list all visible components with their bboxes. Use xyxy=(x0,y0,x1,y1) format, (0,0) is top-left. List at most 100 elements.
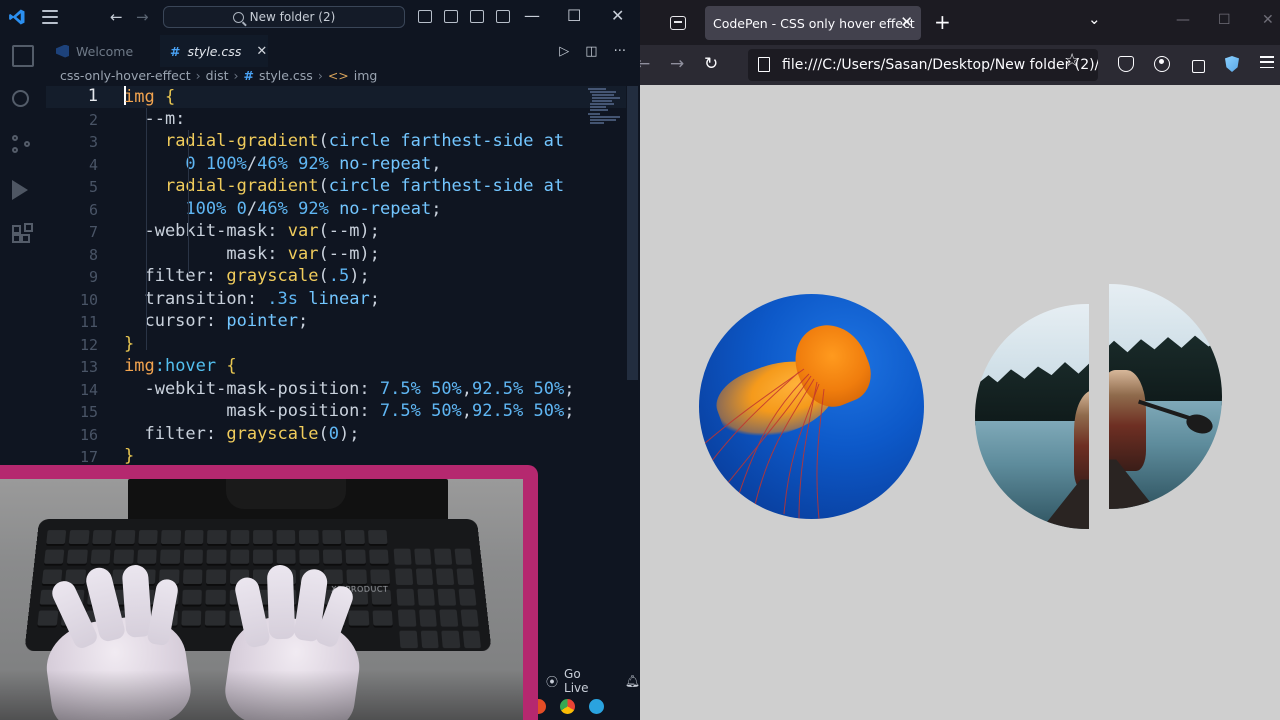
close-tab-icon[interactable]: ✕ xyxy=(256,44,267,59)
numpad-key xyxy=(437,588,456,606)
code-text: } xyxy=(124,446,135,466)
notifications-bell-icon[interactable]: 🔔︎ xyxy=(625,674,640,688)
key xyxy=(205,610,226,628)
minimap[interactable] xyxy=(586,86,626,146)
search-view-icon[interactable] xyxy=(12,90,29,107)
key xyxy=(299,549,320,566)
left-finger xyxy=(121,564,153,638)
code-line[interactable]: 12} xyxy=(46,334,626,356)
code-line[interactable]: 1 img { xyxy=(46,86,626,108)
toggle-primary-sidebar-icon[interactable] xyxy=(418,10,432,23)
jellyfish-image[interactable] xyxy=(699,294,924,519)
code-line[interactable]: 14 -webkit-mask-position: 7.5% 50%,92.5%… xyxy=(46,379,626,401)
browser-navigation-bar: ← → ↻ file:///C:/Users/Sasan/Desktop/New… xyxy=(640,45,1280,85)
tab-welcome-label: Welcome xyxy=(76,43,134,59)
lake-image-left-half[interactable] xyxy=(975,304,1089,529)
telegram-taskbar-icon[interactable] xyxy=(589,698,604,714)
vscode-window: ← → New folder (2) — ☐ ✕ Welcome # style… xyxy=(0,0,640,720)
forward-arrow-icon[interactable]: → xyxy=(136,8,149,26)
back-arrow-icon[interactable]: ← xyxy=(110,8,123,26)
command-center-search[interactable]: New folder (2) xyxy=(163,6,405,28)
webcam-shadow xyxy=(0,670,523,720)
line-number: 13 xyxy=(79,358,98,376)
extensions-icon[interactable] xyxy=(1190,56,1206,73)
split-editor-icon[interactable]: ◫ xyxy=(585,44,597,59)
code-editor[interactable]: 1 img {2 --m: 3 radial-gradient(circle far… xyxy=(46,86,626,476)
key xyxy=(205,589,226,607)
chevron-right-icon: › xyxy=(195,68,201,83)
customize-layout-icon[interactable] xyxy=(496,10,510,23)
numpad-key xyxy=(456,568,475,585)
vscode-tab-icon xyxy=(56,44,69,58)
tab-style-css[interactable]: # style.css ✕ xyxy=(160,35,268,67)
shield-icon[interactable] xyxy=(1225,56,1239,72)
line-number: 4 xyxy=(88,155,98,174)
monitor-stand xyxy=(226,479,346,509)
run-debug-icon[interactable] xyxy=(12,180,28,200)
firefox-window: CodePen - CSS only hover effect ✕ + ⌄ — … xyxy=(640,0,1280,720)
code-line[interactable]: 13 img:hover { xyxy=(46,356,626,378)
extensions-icon[interactable] xyxy=(12,223,34,247)
go-live-button[interactable]: Go Live xyxy=(564,667,605,695)
key xyxy=(348,610,369,628)
chevron-down-icon[interactable]: ⌄ xyxy=(1088,10,1101,28)
more-actions-icon[interactable]: ··· xyxy=(614,44,626,59)
code-line[interactable]: 11 cursor: pointer; xyxy=(46,311,626,333)
chrome-taskbar-icon[interactable] xyxy=(560,698,575,714)
explorer-icon[interactable] xyxy=(12,45,34,67)
maximize-icon[interactable]: ☐ xyxy=(567,6,581,25)
source-control-icon[interactable] xyxy=(12,135,34,157)
code-line[interactable]: 4 0 100%/46% 92% no-repeat, xyxy=(46,154,626,176)
hamburger-menu-icon[interactable] xyxy=(42,10,58,24)
editor-scrollbar[interactable] xyxy=(627,86,638,380)
back-arrow-icon[interactable]: ← xyxy=(640,54,650,74)
app-menu-icon[interactable] xyxy=(1260,56,1274,72)
reload-icon[interactable]: ↻ xyxy=(704,54,718,74)
minimize-icon[interactable]: — xyxy=(524,6,540,25)
close-window-icon[interactable]: ✕ xyxy=(611,6,624,25)
firefox-taskbar-icon[interactable] xyxy=(538,698,546,714)
toggle-panel-icon[interactable] xyxy=(444,10,458,23)
tab-codepen[interactable]: CodePen - CSS only hover effect ✕ xyxy=(705,6,921,40)
minimize-icon[interactable]: — xyxy=(1176,12,1190,28)
breadcrumb-symbol[interactable]: img xyxy=(354,68,378,83)
pocket-icon[interactable] xyxy=(1118,56,1134,72)
key xyxy=(367,530,388,546)
key xyxy=(229,549,250,566)
url-bar[interactable]: file:///C:/Users/Sasan/Desktop/New folde… xyxy=(748,49,1098,81)
code-text: filter: grayscale(0); xyxy=(124,423,360,444)
account-icon[interactable] xyxy=(1154,56,1170,72)
code-line[interactable]: 15 mask-position: 7.5% 50%,92.5% 50%; xyxy=(46,401,626,423)
tab-welcome[interactable]: Welcome xyxy=(46,35,160,67)
browser-tab-strip: CodePen - CSS only hover effect ✕ + ⌄ — … xyxy=(640,0,1280,45)
tab-title: CodePen - CSS only hover effect xyxy=(713,15,915,31)
code-line[interactable]: 8 mask: var(--m); xyxy=(46,244,626,266)
code-line[interactable]: 5 radial-gradient(circle farthest-side a… xyxy=(46,176,626,198)
lake-image-right-half[interactable] xyxy=(1109,284,1222,509)
maximize-icon[interactable]: ☐ xyxy=(1218,12,1231,28)
key xyxy=(346,569,367,586)
code-line[interactable]: 16 filter: grayscale(0); xyxy=(46,424,626,446)
breadcrumb-dist[interactable]: dist xyxy=(206,68,229,83)
key xyxy=(138,530,159,546)
close-window-icon[interactable]: ✕ xyxy=(1262,12,1274,28)
close-tab-icon[interactable]: ✕ xyxy=(900,13,913,31)
code-line[interactable]: 2 --m: xyxy=(46,109,626,131)
code-line[interactable]: 6 100% 0/46% 92% no-repeat; xyxy=(46,199,626,221)
indent-guide xyxy=(188,130,189,274)
list-all-tabs-icon[interactable] xyxy=(670,16,686,30)
toggle-secondary-sidebar-icon[interactable] xyxy=(470,10,484,23)
code-line[interactable]: 7 -webkit-mask: var(--m); xyxy=(46,221,626,243)
code-line[interactable]: 10 transition: .3s linear; xyxy=(46,289,626,311)
forward-arrow-icon[interactable]: → xyxy=(670,54,684,74)
numpad-key xyxy=(420,630,439,649)
code-line[interactable]: 9 filter: grayscale(.5); xyxy=(46,266,626,288)
breadcrumb-file[interactable]: style.css xyxy=(259,68,313,83)
bookmark-star-icon[interactable]: ☆ xyxy=(1064,50,1080,71)
key xyxy=(253,549,273,566)
new-tab-icon[interactable]: + xyxy=(934,10,951,34)
breadcrumb-folder[interactable]: css-only-hover-effect xyxy=(60,68,191,83)
run-file-icon[interactable]: ▷ xyxy=(559,44,569,59)
code-line[interactable]: 3 radial-gradient(circle farthest-side a… xyxy=(46,131,626,153)
key xyxy=(184,530,204,546)
